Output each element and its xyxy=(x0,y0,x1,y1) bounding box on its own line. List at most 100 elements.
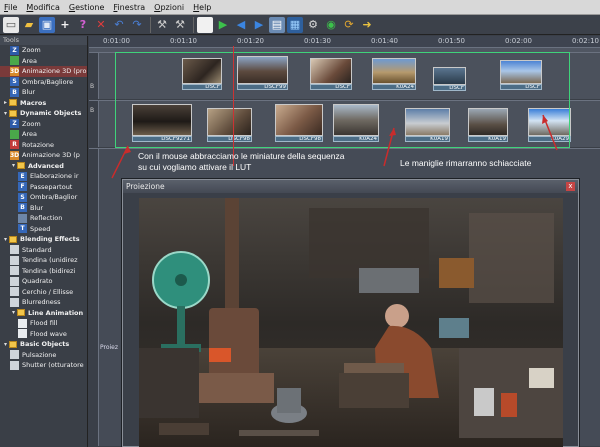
annotation-right: Le maniglie rimarranno schiacciate xyxy=(400,158,532,168)
wrench-icon[interactable]: ⚒ xyxy=(172,17,188,33)
tools-item[interactable]: Flood fill xyxy=(0,318,87,329)
save-icon[interactable]: ▣ xyxy=(39,16,55,33)
delete-icon[interactable]: ✕ xyxy=(93,17,109,33)
tools-item-label: Flood wave xyxy=(30,329,67,338)
tools-item-label: Tendina (bidirezi xyxy=(22,266,76,275)
refresh-icon[interactable]: ⟳ xyxy=(341,17,357,33)
tools-item[interactable]: B Blur xyxy=(0,87,87,98)
open-icon[interactable]: ▰ xyxy=(21,17,37,33)
tools-group[interactable]: ▾ Dynamic Objects xyxy=(0,108,87,119)
tools-item[interactable]: 3D Animazione 3D (pro xyxy=(0,66,87,77)
tools-item-label: Pulsazione xyxy=(22,350,57,359)
tools-item[interactable]: Area xyxy=(0,129,87,140)
tools-item-label: Area xyxy=(22,130,37,139)
tools-group[interactable]: ▾ Blending Effects xyxy=(0,234,87,245)
effect-icon: T xyxy=(18,224,27,234)
tools-item[interactable]: T Speed xyxy=(0,224,87,235)
tools-item-label: Shutter (otturatore xyxy=(22,361,84,370)
effect-icon xyxy=(10,297,19,307)
menu-file[interactable]: File xyxy=(4,3,17,12)
record-icon[interactable]: ◉ xyxy=(323,17,339,33)
effect-icon: Z xyxy=(10,119,19,129)
effect-icon xyxy=(10,350,19,360)
redo-icon[interactable]: ↷ xyxy=(129,17,145,33)
tools-item[interactable]: Tendina (bidirezi xyxy=(0,266,87,277)
folder-icon xyxy=(17,309,25,317)
menu-modifica[interactable]: Modifica xyxy=(26,3,59,12)
track-header[interactable]: B xyxy=(89,53,99,99)
ruler-tick: 0:01:00 xyxy=(103,37,130,45)
tools-item-label: Ombra/Baglior xyxy=(30,193,78,202)
menu-opzioni[interactable]: Opzioni xyxy=(154,3,184,12)
folder-icon xyxy=(9,235,17,243)
folder-icon xyxy=(17,162,25,170)
tools-item[interactable]: Blurredness xyxy=(0,297,87,308)
export-icon[interactable]: ➜ xyxy=(359,17,375,33)
tools-tree: Z Zoom Area 3D Animazione 3D (pro S Ombra/Bagl… xyxy=(0,45,87,371)
tools-group[interactable]: ▾ Advanced xyxy=(0,161,87,172)
settings-icon[interactable]: ⚙ xyxy=(305,17,321,33)
track-header[interactable]: B xyxy=(89,101,99,147)
film-icon[interactable]: ▤ xyxy=(269,16,285,33)
expanded-icon[interactable]: ▾ xyxy=(10,309,17,316)
expanded-icon[interactable]: ▾ xyxy=(2,341,9,348)
menu-help[interactable]: Help xyxy=(193,3,211,12)
tools-item[interactable]: R Rotazione xyxy=(0,140,87,151)
tools-item[interactable]: Tendina (unidirez xyxy=(0,255,87,266)
playhead[interactable] xyxy=(233,46,234,166)
menu-finestra[interactable]: Finestra xyxy=(113,3,145,12)
effect-icon xyxy=(10,276,19,286)
tools-item[interactable]: S Ombra/Bagliore xyxy=(0,77,87,88)
tools-item[interactable]: S Ombra/Baglior xyxy=(0,192,87,203)
tools-item[interactable]: F Passepartout xyxy=(0,182,87,193)
tools-item-label: Basic Objects xyxy=(20,340,70,349)
tools-item[interactable]: Flood wave xyxy=(0,329,87,340)
menu-gestione[interactable]: Gestione xyxy=(69,3,105,12)
add-icon[interactable]: + xyxy=(57,17,73,33)
folder-icon xyxy=(9,99,17,107)
tools-item-label: Passepartout xyxy=(30,182,73,191)
tools-group[interactable]: ▸ Macros xyxy=(0,98,87,109)
tools-item[interactable]: Z Zoom xyxy=(0,119,87,130)
tools-item[interactable]: E Elaborazione ir xyxy=(0,171,87,182)
tools-item[interactable]: 3D Animazione 3D (p xyxy=(0,150,87,161)
play-icon[interactable]: ▶ xyxy=(215,17,231,33)
effect-icon: 3D xyxy=(10,66,20,76)
track-header[interactable] xyxy=(89,149,99,446)
next-icon[interactable]: ▶ xyxy=(251,17,267,33)
tools-group[interactable]: ▾ Basic Objects xyxy=(0,339,87,350)
stop-icon[interactable]: ■ xyxy=(197,16,213,33)
help-icon[interactable]: ? xyxy=(75,17,91,33)
tools-item[interactable]: Z Zoom xyxy=(0,45,87,56)
tools-item[interactable]: Pulsazione xyxy=(0,350,87,361)
new-icon[interactable]: ▭ xyxy=(3,16,19,33)
close-icon[interactable]: x xyxy=(566,182,575,191)
projection-window: Proiezione x xyxy=(122,179,579,447)
tools-item[interactable]: Cerchio / Ellisse xyxy=(0,287,87,298)
effect-icon: S xyxy=(10,77,19,87)
expanded-icon[interactable]: ▾ xyxy=(10,162,17,169)
expanded-icon[interactable]: ▾ xyxy=(2,236,9,243)
toolbar-separator xyxy=(193,16,194,33)
prev-icon[interactable]: ◀ xyxy=(233,17,249,33)
tools-item[interactable]: Reflection xyxy=(0,213,87,224)
tools-item[interactable]: Shutter (otturatore xyxy=(0,360,87,371)
undo-icon[interactable]: ↶ xyxy=(111,17,127,33)
tools-item-label: Reflection xyxy=(30,214,63,223)
tools-item[interactable]: Quadrato xyxy=(0,276,87,287)
tools-item[interactable]: Standard xyxy=(0,245,87,256)
tools-item-label: Macros xyxy=(20,98,47,107)
screen-icon[interactable]: ▦ xyxy=(287,16,303,33)
tools-item-label: Area xyxy=(22,56,37,65)
tools-item-label: Cerchio / Ellisse xyxy=(22,287,74,296)
tools-item[interactable]: Area xyxy=(0,56,87,67)
expanded-icon[interactable]: ▾ xyxy=(2,110,9,117)
tools-group[interactable]: ▾ Line Animation xyxy=(0,308,87,319)
collapsed-icon[interactable]: ▸ xyxy=(2,99,9,106)
wrench-icon[interactable]: ⚒ xyxy=(154,17,170,33)
effect-icon: 3D xyxy=(10,150,20,160)
projection-titlebar[interactable]: Proiezione x xyxy=(123,180,578,193)
projection-side-tab[interactable]: Proiez xyxy=(100,344,118,351)
tools-item[interactable]: B Blur xyxy=(0,203,87,214)
time-ruler[interactable]: 0:01:00 0:01:10 0:01:20 0:01:30 0:01:40 … xyxy=(89,36,600,48)
